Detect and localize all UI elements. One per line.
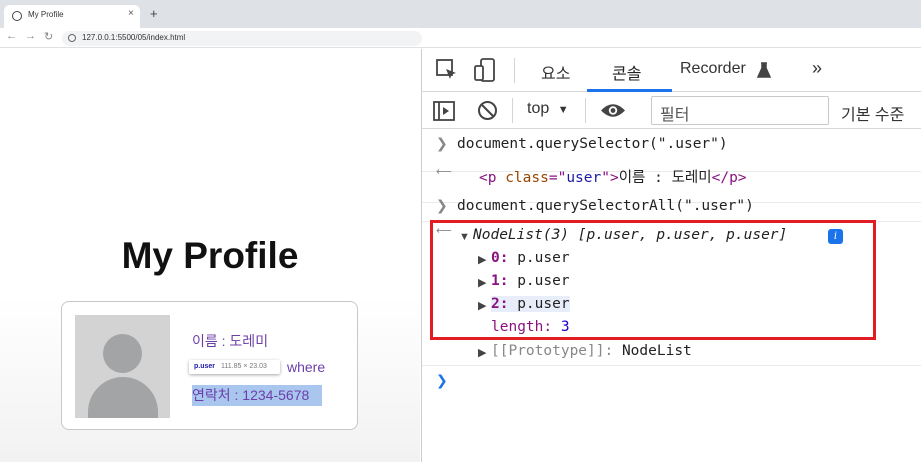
tab-recorder[interactable]: Recorder — [680, 60, 746, 78]
avatar-head — [103, 334, 142, 373]
tooltip-selector: p.user — [194, 363, 216, 370]
info-icon — [68, 34, 76, 42]
web-page: My Profile 이름 : 도레미 where 연락처 : 1234-567… — [0, 49, 420, 462]
toolbar-separator — [514, 58, 515, 83]
browser-toolbar: ← → ↻ 127.0.0.1:5500/05/index.html — [0, 28, 921, 48]
devtools-tab-bar: 요소 콘솔 Recorder » — [422, 49, 921, 92]
new-tab-button[interactable]: + — [150, 7, 158, 20]
globe-icon — [12, 11, 22, 21]
address-bar[interactable]: 127.0.0.1:5500/05/index.html — [62, 31, 422, 46]
address-line: where — [287, 359, 326, 375]
console-toolbar: top ▼ 필터 기본 수준 — [422, 92, 921, 129]
tooltip-size: 111.85 × 23.03 — [221, 363, 267, 370]
console-entry: ❯ document.querySelectorAll(".user") — [422, 192, 921, 222]
page-title: My Profile — [121, 235, 299, 276]
expand-arrow-icon[interactable]: ▶ — [478, 346, 486, 359]
tab-close-button[interactable]: × — [128, 8, 134, 19]
back-arrow-icon[interactable]: ← — [6, 30, 17, 42]
output-arrow-icon: ⟵ — [436, 166, 452, 178]
context-select[interactable]: top ▼ — [527, 100, 569, 118]
contact-line: 연락처 : 1234-5678 — [192, 385, 322, 406]
sidebar-toggle-icon[interactable] — [433, 101, 455, 121]
toolbar-separator — [512, 98, 513, 123]
dropdown-arrow-icon: ▼ — [557, 104, 569, 116]
tab-elements[interactable]: 요소 — [541, 60, 570, 84]
forward-arrow-icon[interactable]: → — [25, 30, 36, 42]
browser-tab[interactable]: My Profile × — [4, 5, 140, 28]
input-prompt-icon: ❯ — [436, 135, 448, 151]
more-tabs-button[interactable]: » — [812, 58, 822, 79]
inspect-element-icon[interactable] — [436, 59, 458, 81]
eye-icon[interactable] — [600, 102, 626, 119]
context-value: top — [527, 100, 550, 117]
tab-title: My Profile — [28, 10, 64, 19]
log-levels-select[interactable]: 기본 수준 — [841, 101, 904, 125]
device-toggle-icon[interactable] — [474, 58, 496, 82]
reload-icon[interactable]: ↻ — [44, 30, 53, 43]
avatar-placeholder — [75, 315, 170, 418]
console-input-prompt-icon[interactable]: ❯ — [436, 372, 448, 389]
browser-tab-bar: My Profile × + — [0, 0, 921, 28]
console-command: document.querySelectorAll(".user") — [457, 198, 754, 214]
element-tooltip: p.user 111.85 × 23.03 — [189, 360, 280, 374]
nodelist-prototype[interactable]: [[Prototype]]: NodeList — [491, 343, 692, 359]
annotation-highlight-box — [430, 220, 876, 340]
toolbar-separator — [585, 98, 586, 123]
avatar-body — [88, 377, 158, 418]
input-prompt-icon: ❯ — [436, 197, 448, 213]
tab-console[interactable]: 콘솔 — [612, 60, 641, 84]
name-line: 이름 : 도레미 — [192, 333, 269, 349]
clear-console-icon[interactable] — [477, 100, 498, 121]
flask-icon — [757, 62, 771, 78]
url-text: 127.0.0.1:5500/05/index.html — [82, 33, 186, 42]
console-command: document.querySelector(".user") — [457, 136, 728, 152]
result-element[interactable]: <p class="user">이름 : 도레미</p> — [479, 166, 747, 187]
filter-input[interactable]: 필터 — [651, 96, 829, 125]
